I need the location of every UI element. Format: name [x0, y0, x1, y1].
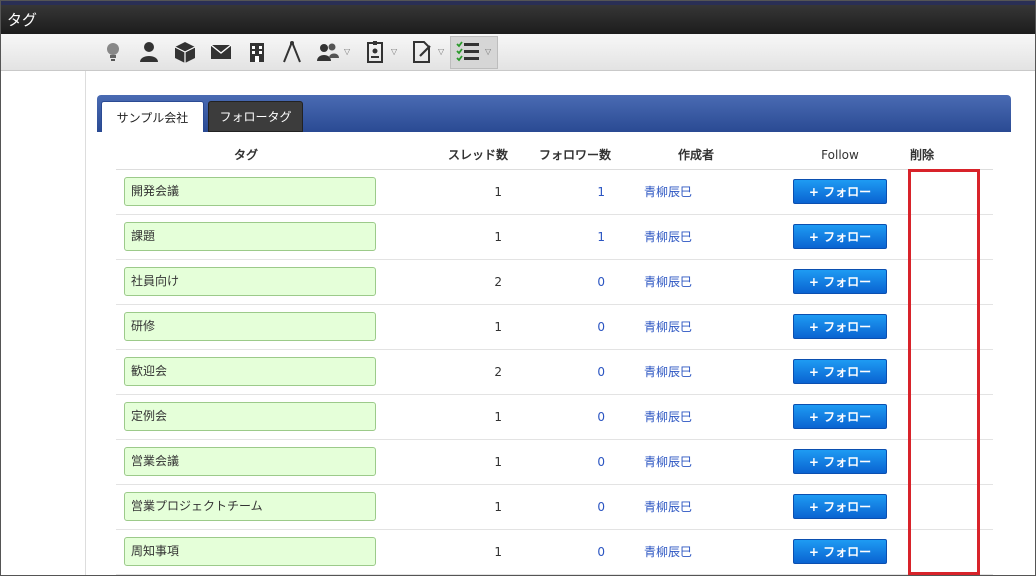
delete-column-highlight: [908, 169, 980, 575]
creator-link[interactable]: 青柳辰巳: [611, 439, 781, 485]
tag-name[interactable]: 営業プロジェクトチーム: [124, 492, 376, 521]
tab-bar: サンプル会社 フォロータグ: [97, 95, 1011, 132]
tab-company[interactable]: サンプル会社: [101, 101, 204, 132]
title-bar-accent: [1, 1, 1035, 5]
checklist-icon[interactable]: [454, 38, 482, 66]
document-edit-icon[interactable]: [408, 38, 436, 66]
header-followers: フォロワー数: [508, 141, 611, 170]
follower-count-link[interactable]: 0: [508, 394, 611, 440]
follower-count-link[interactable]: 0: [508, 439, 611, 485]
window-title: タグ: [7, 11, 38, 29]
user-icon[interactable]: [135, 38, 163, 66]
tag-table-body: 開発会議 1 1 青柳辰巳 + フォロー 課題 1 1 青柳辰巳 + フォロー …: [116, 169, 993, 575]
chevron-down-icon[interactable]: ▽: [438, 47, 444, 56]
header-creator: 作成者: [611, 141, 781, 170]
tag-name[interactable]: 営業会議: [124, 447, 376, 476]
table-row: 課題 1 1 青柳辰巳 + フォロー: [116, 214, 993, 260]
tag-name[interactable]: 課題: [124, 222, 376, 251]
chevron-down-icon[interactable]: ▽: [391, 47, 397, 56]
thread-count: 2: [376, 259, 508, 305]
thread-count: 1: [376, 484, 508, 530]
follow-button[interactable]: + フォロー: [793, 269, 887, 294]
header-tag: タグ: [116, 141, 376, 170]
thread-count: 1: [376, 304, 508, 350]
table-row: 定例会 1 0 青柳辰巳 + フォロー: [116, 394, 993, 440]
follower-count-link[interactable]: 0: [508, 349, 611, 395]
creator-link[interactable]: 青柳辰巳: [611, 349, 781, 395]
follower-count-link[interactable]: 0: [508, 529, 611, 575]
thread-count: 1: [376, 169, 508, 215]
follow-button[interactable]: + フォロー: [793, 539, 887, 564]
tag-name[interactable]: 開発会議: [124, 177, 376, 206]
creator-link[interactable]: 青柳辰巳: [611, 304, 781, 350]
mail-icon[interactable]: [207, 38, 235, 66]
title-bar: タグ: [1, 1, 1035, 34]
toolbar: ▽ ▽ ▽ ▽: [1, 34, 1035, 71]
content-divider: [85, 71, 86, 575]
thread-count: 1: [376, 439, 508, 485]
thread-count: 1: [376, 214, 508, 260]
tag-name[interactable]: 研修: [124, 312, 376, 341]
table-row: 周知事項 1 0 青柳辰巳 + フォロー: [116, 529, 993, 575]
creator-link[interactable]: 青柳辰巳: [611, 484, 781, 530]
table-row: 研修 1 0 青柳辰巳 + フォロー: [116, 304, 993, 350]
follow-button[interactable]: + フォロー: [793, 494, 887, 519]
tag-name[interactable]: 定例会: [124, 402, 376, 431]
thread-count: 1: [376, 529, 508, 575]
table-row: 開発会議 1 1 青柳辰巳 + フォロー: [116, 169, 993, 215]
creator-link[interactable]: 青柳辰巳: [611, 259, 781, 305]
follower-count-link[interactable]: 1: [508, 214, 611, 260]
follow-button[interactable]: + フォロー: [793, 404, 887, 429]
follower-count-link[interactable]: 0: [508, 484, 611, 530]
creator-link[interactable]: 青柳辰巳: [611, 214, 781, 260]
creator-link[interactable]: 青柳辰巳: [611, 529, 781, 575]
lightbulb-icon[interactable]: [99, 38, 127, 66]
thread-count: 2: [376, 349, 508, 395]
badge-icon[interactable]: [361, 38, 389, 66]
thread-count: 1: [376, 394, 508, 440]
tag-table: タグ スレッド数 フォロワー数 作成者 Follow 削除 開発会議 1 1 青…: [116, 141, 993, 575]
follow-button[interactable]: + フォロー: [793, 224, 887, 249]
header-follow: Follow: [781, 141, 899, 170]
tag-name[interactable]: 周知事項: [124, 537, 376, 566]
creator-link[interactable]: 青柳辰巳: [611, 394, 781, 440]
table-row: 営業プロジェクトチーム 1 0 青柳辰巳 + フォロー: [116, 484, 993, 530]
header-threads: スレッド数: [376, 141, 508, 170]
package-icon[interactable]: [171, 38, 199, 66]
compass-icon[interactable]: [278, 38, 306, 66]
chevron-down-icon[interactable]: ▽: [485, 47, 491, 56]
follower-count-link[interactable]: 0: [508, 259, 611, 305]
table-row: 営業会議 1 0 青柳辰巳 + フォロー: [116, 439, 993, 485]
app-window: タグ ▽ ▽ ▽ ▽ サンプル会社 フォロータグ タグ スレッド数 フォロワー数…: [0, 0, 1036, 576]
table-header-row: タグ スレッド数 フォロワー数 作成者 Follow 削除: [116, 141, 993, 170]
follow-button[interactable]: + フォロー: [793, 359, 887, 384]
table-row: 歓迎会 2 0 青柳辰巳 + フォロー: [116, 349, 993, 395]
follower-count-link[interactable]: 0: [508, 304, 611, 350]
chevron-down-icon[interactable]: ▽: [344, 47, 350, 56]
tab-followed-tags[interactable]: フォロータグ: [208, 101, 303, 132]
tag-name[interactable]: 社員向け: [124, 267, 376, 296]
follow-button[interactable]: + フォロー: [793, 449, 887, 474]
tag-name[interactable]: 歓迎会: [124, 357, 376, 386]
follow-button[interactable]: + フォロー: [793, 179, 887, 204]
follower-count-link[interactable]: 1: [508, 169, 611, 215]
creator-link[interactable]: 青柳辰巳: [611, 169, 781, 215]
group-icon[interactable]: [314, 38, 342, 66]
building-icon[interactable]: [243, 38, 271, 66]
follow-button[interactable]: + フォロー: [793, 314, 887, 339]
table-row: 社員向け 2 0 青柳辰巳 + フォロー: [116, 259, 993, 305]
header-delete: 削除: [899, 141, 993, 170]
